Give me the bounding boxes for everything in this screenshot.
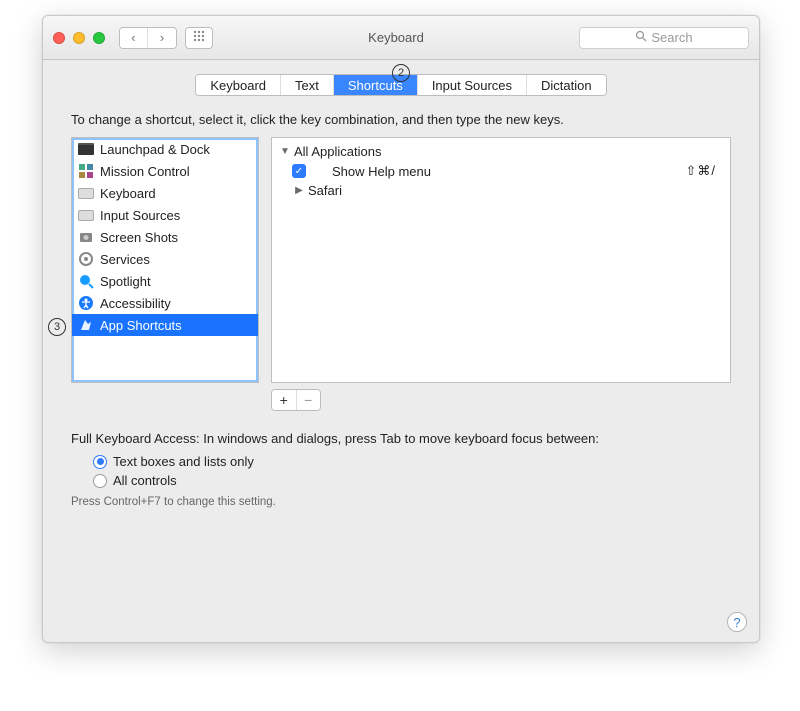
- category-label: Keyboard: [100, 186, 156, 201]
- shortcut-keys[interactable]: ⇧⌘/: [685, 163, 722, 179]
- radio-button[interactable]: [93, 455, 107, 469]
- accessibility-icon: [78, 295, 94, 311]
- category-services[interactable]: Services: [72, 248, 258, 270]
- back-button[interactable]: ‹: [120, 28, 148, 48]
- window-title: Keyboard: [221, 30, 571, 45]
- category-label: Accessibility: [100, 296, 171, 311]
- tree-item[interactable]: ✓ Show Help menu ⇧⌘/: [278, 161, 724, 181]
- window-controls: [53, 32, 105, 44]
- add-remove-control: + −: [271, 389, 321, 411]
- help-icon: ?: [733, 615, 740, 630]
- category-label: Mission Control: [100, 164, 190, 179]
- category-label: Input Sources: [100, 208, 180, 223]
- search-placeholder: Search: [651, 30, 692, 45]
- tree-item[interactable]: ▶ Safari: [278, 181, 724, 200]
- add-button[interactable]: +: [272, 390, 297, 410]
- app-shortcuts-icon: [78, 317, 94, 333]
- category-accessibility[interactable]: Accessibility: [72, 292, 258, 314]
- disclosure-right-icon[interactable]: ▶: [294, 185, 304, 196]
- category-label: Launchpad & Dock: [100, 142, 210, 157]
- content: To change a shortcut, select it, click t…: [43, 108, 759, 520]
- instruction-text: To change a shortcut, select it, click t…: [71, 112, 731, 127]
- chevron-right-icon: ›: [160, 30, 164, 45]
- tab-text[interactable]: Text: [281, 75, 334, 95]
- category-list[interactable]: Launchpad & Dock Mission Control Keyboard I…: [71, 137, 259, 383]
- category-keyboard[interactable]: Keyboard: [72, 182, 258, 204]
- annotation-step-2: 2: [392, 64, 410, 82]
- tree-root-label: All Applications: [294, 144, 381, 159]
- screenshots-icon: [78, 229, 94, 245]
- grid-icon: [193, 30, 205, 45]
- radio-option[interactable]: Text boxes and lists only: [93, 452, 731, 471]
- category-spotlight[interactable]: Spotlight: [72, 270, 258, 292]
- category-screen-shots[interactable]: Screen Shots: [72, 226, 258, 248]
- search-field[interactable]: Search: [579, 27, 749, 49]
- show-all-button[interactable]: [185, 27, 213, 49]
- chevron-left-icon: ‹: [131, 30, 135, 45]
- panes: Launchpad & Dock Mission Control Keyboard I…: [71, 137, 731, 383]
- mission-control-icon: [78, 163, 94, 179]
- fka-label: Full Keyboard Access: In windows and dia…: [71, 431, 731, 446]
- input-sources-icon: [78, 207, 94, 223]
- category-app-shortcuts[interactable]: App Shortcuts: [72, 314, 258, 336]
- category-mission-control[interactable]: Mission Control: [72, 160, 258, 182]
- tab-keyboard[interactable]: Keyboard: [196, 75, 281, 95]
- remove-button[interactable]: −: [297, 390, 321, 410]
- category-label: Screen Shots: [100, 230, 178, 245]
- category-label: Spotlight: [100, 274, 151, 289]
- spotlight-icon: [78, 273, 94, 289]
- radio-button[interactable]: [93, 474, 107, 488]
- forward-button[interactable]: ›: [148, 28, 176, 48]
- fka-footnote: Press Control+F7 to change this setting.: [71, 496, 731, 508]
- nav-segmented: ‹ ›: [119, 27, 177, 49]
- zoom-window-button[interactable]: [93, 32, 105, 44]
- help-button[interactable]: ?: [727, 612, 747, 632]
- window-toolbar: ‹ › Keyboard Search: [43, 16, 759, 60]
- annotation-step-3: 3: [48, 318, 66, 336]
- radio-label: Text boxes and lists only: [113, 454, 254, 469]
- radio-option[interactable]: All controls: [93, 471, 731, 490]
- category-label: Services: [100, 252, 150, 267]
- launchpad-icon: [78, 141, 94, 157]
- category-label: App Shortcuts: [100, 318, 182, 333]
- tree-root[interactable]: ▼ All Applications: [278, 142, 724, 161]
- category-launchpad-dock[interactable]: Launchpad & Dock: [72, 138, 258, 160]
- tree-item-label: Safari: [308, 183, 342, 198]
- services-icon: [78, 251, 94, 267]
- full-keyboard-access: Full Keyboard Access: In windows and dia…: [71, 431, 731, 508]
- minimize-window-button[interactable]: [73, 32, 85, 44]
- tab-input-sources[interactable]: Input Sources: [418, 75, 527, 95]
- category-input-sources[interactable]: Input Sources: [72, 204, 258, 226]
- preferences-window: ‹ › Keyboard Search: [42, 15, 760, 643]
- radio-label: All controls: [113, 473, 177, 488]
- keyboard-icon: [78, 185, 94, 201]
- disclosure-down-icon[interactable]: ▼: [280, 146, 290, 157]
- shortcut-checkbox[interactable]: ✓: [292, 164, 306, 178]
- tab-dictation[interactable]: Dictation: [527, 75, 606, 95]
- close-window-button[interactable]: [53, 32, 65, 44]
- shortcut-tree[interactable]: ▼ All Applications ✓ Show Help menu ⇧⌘/ …: [271, 137, 731, 383]
- tree-item-label: Show Help menu: [332, 164, 431, 179]
- search-icon: [635, 30, 647, 45]
